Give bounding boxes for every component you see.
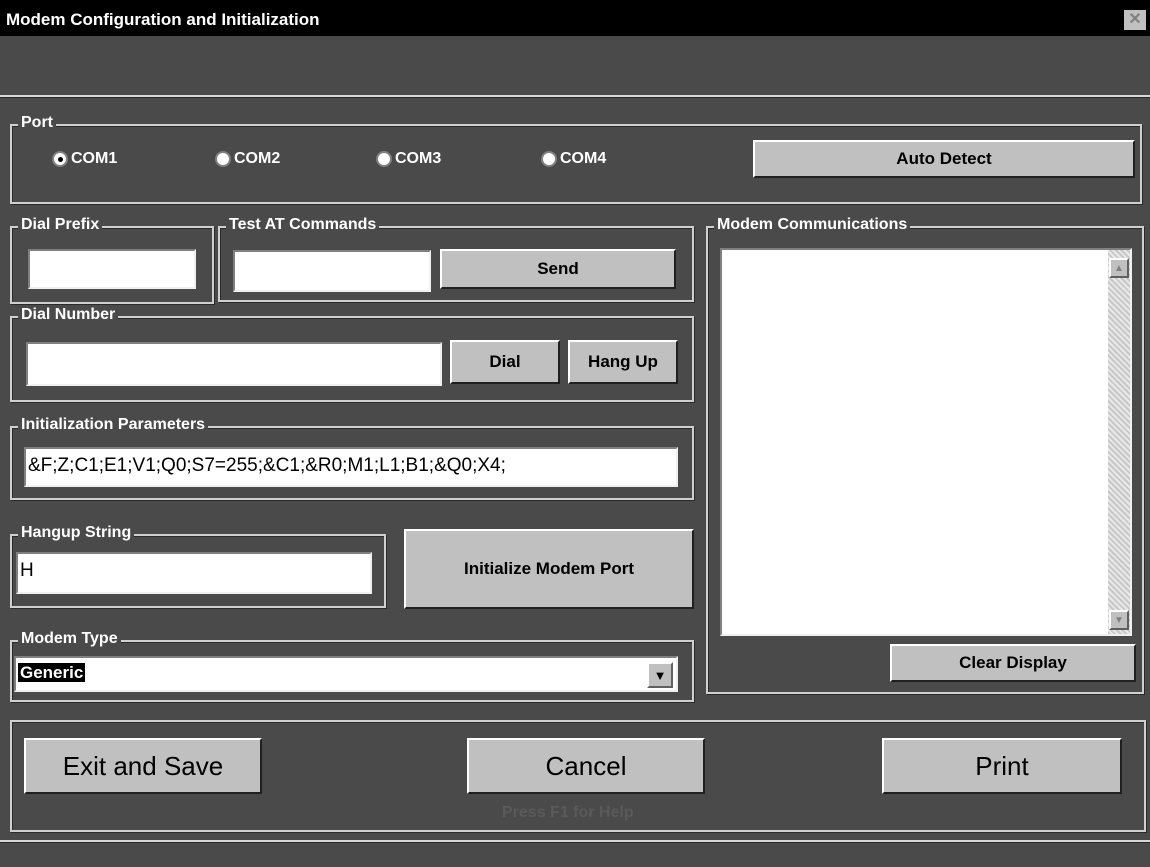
radio-com3[interactable]: COM3 (376, 150, 441, 168)
radio-icon (215, 151, 231, 167)
radio-label: COM2 (234, 150, 281, 167)
window-title: Modem Configuration and Initialization (6, 10, 320, 29)
hangup-string-legend: Hangup String (18, 524, 135, 542)
hang-up-button[interactable]: Hang Up (568, 340, 678, 384)
radio-com2[interactable]: COM2 (215, 150, 280, 168)
test-at-legend: Test AT Commands (226, 216, 380, 234)
radio-icon (52, 151, 68, 167)
help-hint: Press F1 for Help (502, 804, 634, 821)
radio-label: COM4 (560, 150, 607, 167)
print-button[interactable]: Print (882, 738, 1122, 794)
communications-display[interactable] (720, 248, 1132, 636)
send-button[interactable]: Send (440, 249, 676, 289)
dial-number-legend: Dial Number (18, 306, 119, 324)
modem-type-value: Generic (18, 663, 86, 682)
modem-type-legend: Modem Type (18, 630, 121, 648)
modem-type-select[interactable]: Generic (14, 656, 678, 692)
dial-number-input[interactable] (26, 342, 442, 386)
divider (0, 95, 1150, 98)
dial-prefix-legend: Dial Prefix (18, 216, 103, 234)
port-legend: Port (18, 114, 56, 132)
clear-display-button[interactable]: Clear Display (890, 644, 1136, 682)
hangup-string-input[interactable]: H (16, 552, 372, 594)
close-icon[interactable]: ✕ (1124, 10, 1146, 30)
init-params-legend: Initialization Parameters (18, 416, 209, 434)
at-command-input[interactable] (233, 250, 431, 292)
radio-label: COM1 (71, 150, 118, 167)
exit-and-save-button[interactable]: Exit and Save (24, 738, 262, 794)
initialize-modem-port-button[interactable]: Initialize Modem Port (404, 529, 694, 609)
radio-icon (541, 151, 557, 167)
radio-icon (376, 151, 392, 167)
communications-legend: Modem Communications (714, 216, 911, 234)
communications-scrollbar[interactable] (1108, 250, 1130, 634)
title-bar: Modem Configuration and Initialization ✕ (0, 0, 1150, 36)
cancel-button[interactable]: Cancel (467, 738, 705, 794)
radio-com1[interactable]: COM1 (52, 150, 117, 168)
radio-com4[interactable]: COM4 (541, 150, 606, 168)
dropdown-arrow-icon[interactable]: ▼ (647, 662, 673, 688)
auto-detect-button[interactable]: Auto Detect (753, 140, 1135, 178)
init-params-input[interactable]: &F;Z;C1;E1;V1;Q0;S7=255;&C1;&R0;M1;L1;B1… (24, 447, 678, 487)
scroll-down-icon[interactable]: ▼ (1109, 610, 1129, 630)
scroll-up-icon[interactable]: ▲ (1109, 258, 1129, 278)
dial-button[interactable]: Dial (450, 340, 560, 384)
dial-prefix-input[interactable] (28, 249, 196, 289)
divider (0, 840, 1150, 843)
radio-label: COM3 (395, 150, 442, 167)
